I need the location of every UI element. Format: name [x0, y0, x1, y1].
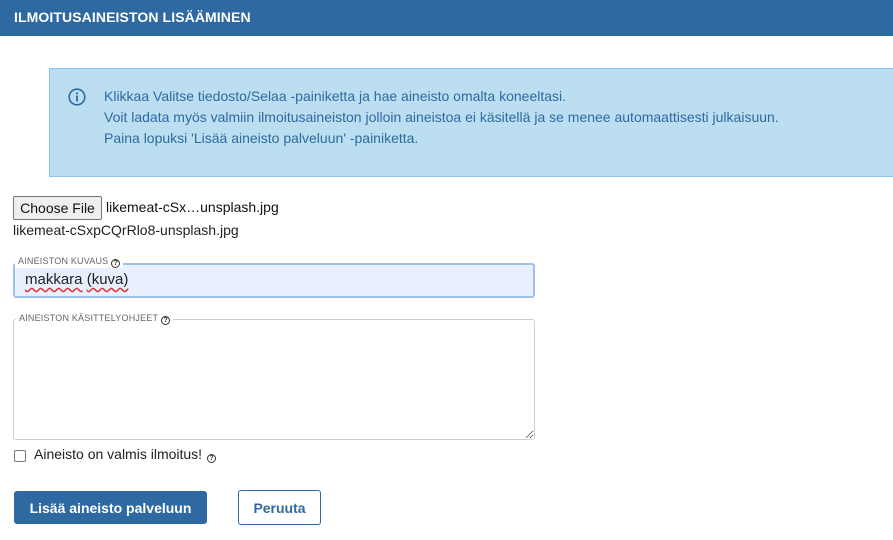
info-line: Voit ladata myös valmiin ilmoitusaineist…: [104, 109, 779, 125]
instructions-label: AINEISTON KÄSITTELYOHJEET?: [16, 313, 174, 325]
uploaded-file-name: likemeat-cSxpCQrRlo8-unsplash.jpg: [13, 222, 239, 238]
help-icon[interactable]: ?: [111, 259, 121, 268]
description-label-text: AINEISTON KUVAUS: [18, 256, 109, 266]
ready-checkbox[interactable]: [14, 450, 26, 462]
info-icon: [68, 88, 86, 106]
add-material-button[interactable]: Lisää aineisto palveluun: [14, 491, 207, 524]
chosen-file-name: likemeat-cSx…unsplash.jpg: [106, 199, 279, 215]
info-text: Klikkaa Valitse tiedosto/Selaa -painiket…: [104, 86, 779, 149]
info-line: Paina lopuksi 'Lisää aineisto palveluun'…: [104, 130, 419, 146]
help-icon[interactable]: ?: [161, 316, 171, 325]
description-input[interactable]: [13, 263, 535, 298]
help-icon[interactable]: ?: [207, 454, 217, 463]
ready-checkbox-text: Aineisto on valmis ilmoitus!: [34, 446, 203, 462]
page-header: ILMOITUSAINEISTON LISÄÄMINEN: [0, 0, 893, 36]
description-label: AINEISTON KUVAUS?: [15, 256, 124, 268]
ready-checkbox-label[interactable]: Aineisto on valmis ilmoitus!?: [34, 446, 217, 463]
info-line: Klikkaa Valitse tiedosto/Selaa -painiket…: [104, 88, 567, 104]
instructions-textarea[interactable]: [13, 319, 535, 440]
page-title: ILMOITUSAINEISTON LISÄÄMINEN: [14, 9, 251, 25]
choose-file-button[interactable]: Choose File: [13, 196, 102, 220]
instructions-label-text: AINEISTON KÄSITTELYOHJEET: [19, 313, 159, 323]
info-box: Klikkaa Valitse tiedosto/Selaa -painiket…: [49, 68, 893, 177]
cancel-button[interactable]: Peruuta: [238, 490, 321, 525]
